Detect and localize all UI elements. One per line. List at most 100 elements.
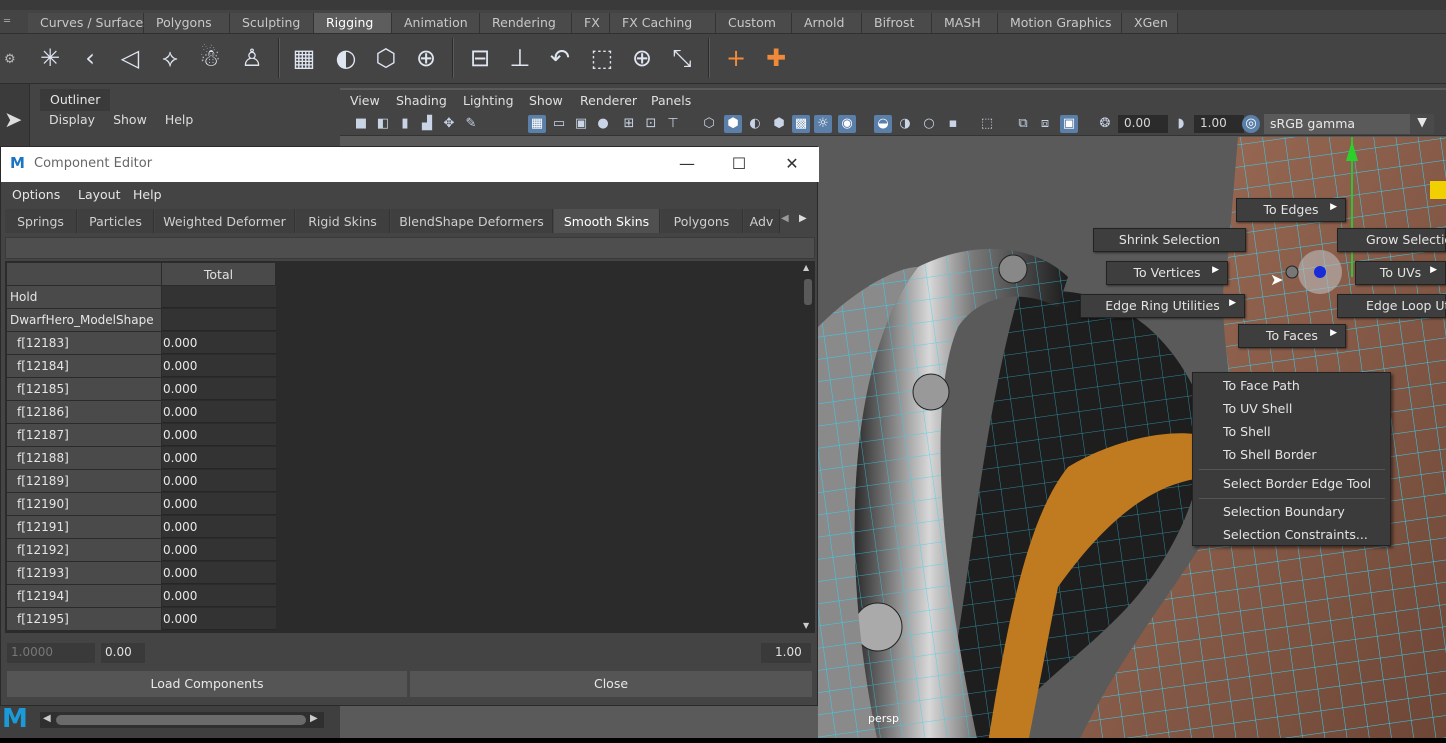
constraint-parent-icon[interactable]: ⊟ [462, 40, 498, 76]
outliner-menu-show[interactable]: Show [104, 112, 156, 132]
menu-grip-icon[interactable]: ═ [4, 16, 18, 30]
scroll-left-icon[interactable]: ◀ [43, 713, 51, 724]
skeleton-icon[interactable]: ♙ [234, 40, 270, 76]
locator-icon[interactable]: + [718, 40, 754, 76]
row-value[interactable] [162, 286, 276, 308]
color-space-dropdown[interactable]: sRGB gamma ▼ [1264, 114, 1434, 134]
humanik-icon[interactable]: ☃ [192, 40, 228, 76]
outliner-horizontal-scrollbar[interactable]: ◀ ▶ [40, 712, 324, 728]
tab-polygons[interactable]: Polygons [661, 209, 743, 233]
row-value[interactable]: 0.000 [162, 332, 276, 354]
slider-max-value[interactable]: 1.00 [761, 643, 811, 663]
shelf-tab-motion-graphics[interactable]: Motion Graphics [998, 13, 1122, 33]
camera-icon[interactable]: ■ [352, 115, 370, 133]
paint-weights-icon[interactable]: ▦ [286, 40, 322, 76]
menu-item-select-border-edge-tool[interactable]: Select Border Edge Tool [1223, 476, 1371, 491]
mm-edge-loop-utilities[interactable]: Edge Loop Ut [1337, 294, 1446, 318]
wireframe-icon[interactable]: ⬡ [700, 115, 718, 133]
shelf-tab-rigging[interactable]: Rigging [314, 13, 392, 33]
shelf-tab-xgen[interactable]: XGen [1122, 13, 1178, 33]
constraint-scale-icon[interactable]: ⬚ [584, 40, 620, 76]
mm-grow-selection[interactable]: Grow Selectio [1337, 228, 1446, 252]
tab-springs[interactable]: Springs [5, 209, 77, 233]
joint-tool-icon[interactable]: ✳ [32, 40, 68, 76]
grid-icon[interactable]: ▦ [528, 115, 546, 133]
shelf-tab-arnold[interactable]: Arnold [792, 13, 862, 33]
shelf-tab-fx-caching[interactable]: FX Caching [610, 13, 716, 33]
minimize-icon[interactable]: — [669, 151, 705, 177]
row-value[interactable] [162, 309, 276, 331]
row-value[interactable]: 0.000 [162, 585, 276, 607]
tab-particles[interactable]: Particles [78, 209, 154, 233]
menu-help[interactable]: Help [133, 187, 162, 202]
tab-smooth-skins[interactable]: Smooth Skins [554, 209, 660, 233]
shelf-tab-curves-surfaces[interactable]: Curves / Surfaces [28, 13, 150, 33]
row-value[interactable]: 0.000 [162, 447, 276, 469]
multisample-icon[interactable]: ⧈ [1036, 115, 1054, 133]
viewport-menu-renderer[interactable]: Renderer [580, 93, 637, 108]
slider-min-value[interactable]: 0.00 [101, 643, 145, 663]
constraint-orient-icon[interactable]: ↶ [542, 40, 578, 76]
textured-icon[interactable]: ▩ [792, 115, 810, 133]
outliner-title[interactable]: Outliner [40, 89, 111, 111]
menu-item-to-shell[interactable]: To Shell [1223, 424, 1271, 439]
tab-scroll-left-icon[interactable]: ◀ [781, 213, 789, 224]
tab-blendshape-deformers[interactable]: BlendShape Deformers [391, 209, 553, 233]
table-header-total[interactable]: Total [162, 263, 275, 285]
tab-scroll-right-icon[interactable]: ▶ [799, 213, 807, 224]
row-value[interactable]: 0.000 [162, 608, 276, 630]
xray-icon[interactable]: ◒ [874, 115, 892, 133]
mm-to-uvs[interactable]: To UVs ▶ [1355, 261, 1446, 285]
mm-edge-ring-utilities[interactable]: Edge Ring Utilities ▶ [1080, 294, 1245, 318]
tab-rigid-skins[interactable]: Rigid Skins [296, 209, 390, 233]
hud-icon[interactable]: ⧉ [1014, 115, 1032, 133]
scroll-right-icon[interactable]: ▶ [310, 713, 318, 724]
mm-to-edges[interactable]: To Edges ▶ [1236, 198, 1346, 222]
row-value[interactable]: 0.000 [162, 493, 276, 515]
default-material-icon[interactable]: ◐ [746, 115, 764, 133]
scrollbar-thumb[interactable] [804, 279, 812, 305]
shelf-tab-custom[interactable]: Custom [716, 13, 792, 33]
load-components-button[interactable]: Load Components [7, 671, 407, 697]
cluster-icon[interactable]: ◐ [328, 40, 364, 76]
mm-to-faces[interactable]: To Faces ▶ [1238, 324, 1346, 348]
ik-handle-icon[interactable]: ‹ [72, 40, 108, 76]
row-value[interactable]: 0.000 [162, 355, 276, 377]
film-gate-icon[interactable]: ▭ [550, 115, 568, 133]
row-value[interactable]: 0.000 [162, 539, 276, 561]
row-value[interactable]: 0.000 [162, 562, 276, 584]
grease-pencil-icon[interactable]: ✎ [462, 115, 480, 133]
shelf-tab-polygons[interactable]: Polygons [144, 13, 230, 33]
ambient-occlusion-icon[interactable]: ▪ [944, 115, 962, 133]
outliner-menu-display[interactable]: Display [40, 112, 104, 132]
select-tool-icon[interactable]: ➤ [4, 108, 22, 133]
slider-max-field[interactable]: 1.0000 [7, 643, 95, 663]
row-value[interactable]: 0.000 [162, 424, 276, 446]
bookmark-icon[interactable]: ▮ [396, 115, 414, 133]
field-chart-icon[interactable]: ⊞ [620, 115, 638, 133]
tab-advanced[interactable]: Adv [744, 209, 780, 233]
gamma-field[interactable]: 1.00 [1194, 115, 1244, 133]
shelf-tab-sculpting[interactable]: Sculpting [230, 13, 314, 33]
menu-item-to-shell-border[interactable]: To Shell Border [1223, 447, 1317, 462]
constraint-aim-icon[interactable]: ⊕ [624, 40, 660, 76]
menu-item-to-face-path[interactable]: To Face Path [1223, 378, 1300, 393]
maximize-icon[interactable]: ☐ [721, 151, 757, 177]
shadows-icon[interactable]: ◉ [838, 115, 856, 133]
mm-shrink-selection[interactable]: Shrink Selection [1093, 228, 1246, 252]
select-camera-icon[interactable]: ⬚ [978, 115, 996, 133]
smooth-shade-icon[interactable]: ⬢ [724, 115, 742, 133]
table-vertical-scrollbar[interactable]: ▲ ▼ [801, 261, 815, 633]
lighting-icon[interactable]: ☼ [814, 115, 832, 133]
viewport-menu-show[interactable]: Show [529, 93, 563, 108]
bind-skin-icon[interactable]: ⟡ [152, 40, 188, 76]
viewport-menu-shading[interactable]: Shading [396, 93, 447, 108]
close-button[interactable]: Close [410, 671, 812, 697]
menu-item-selection-boundary[interactable]: Selection Boundary [1223, 504, 1345, 519]
motion-blur-icon[interactable]: ▣ [1060, 115, 1078, 133]
gamma-icon[interactable]: ◗ [1172, 115, 1190, 133]
scroll-up-icon[interactable]: ▲ [803, 263, 809, 272]
exposure-field[interactable]: 0.00 [1118, 115, 1168, 133]
camera-attr-icon[interactable]: ◧ [374, 115, 392, 133]
safe-action-icon[interactable]: ⊡ [642, 115, 660, 133]
